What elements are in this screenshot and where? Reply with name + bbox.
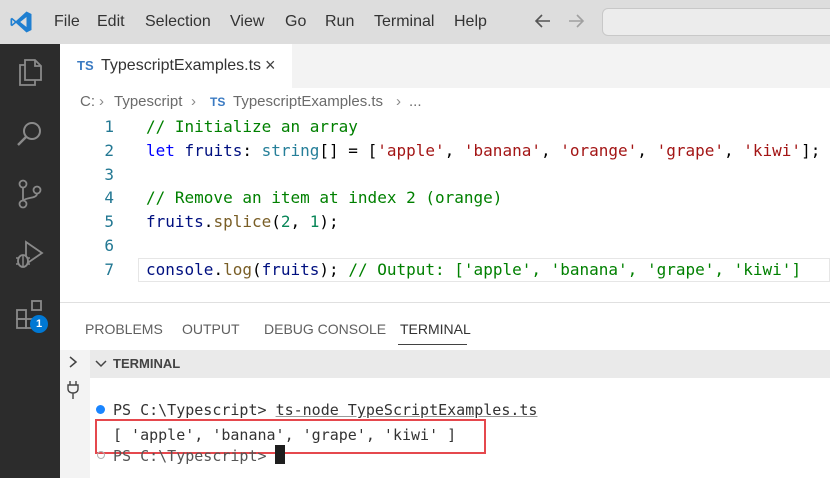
line-number: 4 (104, 188, 114, 207)
breadcrumb-file[interactable]: TypescriptExamples.ts (233, 93, 383, 110)
active-tab-indicator (398, 344, 467, 345)
code-line-1[interactable]: // Initialize an array (146, 117, 358, 136)
terminal-section-label: TERMINAL (113, 356, 181, 371)
line-number: 5 (104, 212, 114, 231)
code-punct: , (290, 212, 310, 231)
code-string: 'grape' (656, 141, 724, 160)
chevron-right-icon[interactable] (66, 354, 80, 375)
code-string: 'orange' (560, 141, 638, 160)
source-control-icon[interactable] (14, 178, 46, 210)
code-variable: fruits (261, 260, 320, 279)
explorer-icon[interactable] (14, 56, 46, 88)
line-number: 3 (104, 165, 114, 184)
forward-arrow-icon[interactable] (567, 10, 585, 38)
terminal-prompt: PS C:\Typescript> (113, 401, 267, 419)
terminal-cursor (275, 445, 285, 464)
line-number: 1 (104, 117, 114, 136)
code-line-2[interactable]: let fruits: string[] = ['apple', 'banana… (146, 141, 820, 160)
menu-file[interactable]: File (54, 13, 80, 31)
menu-go[interactable]: Go (285, 13, 306, 31)
code-variable: fruits (184, 141, 243, 160)
code-comment: // Remove an item at index 2 (orange) (146, 188, 503, 207)
terminal-command: ts-node TypeScriptExamples.ts (275, 401, 538, 419)
terminal-command-line[interactable]: PS C:\Typescript> ts-node TypeScriptExam… (113, 401, 537, 419)
code-function: splice (213, 212, 272, 231)
terminal-prompt: PS C:\Typescript> (113, 447, 267, 465)
breadcrumb-more[interactable]: ... (409, 93, 422, 110)
run-debug-icon[interactable] (14, 238, 46, 270)
typescript-file-icon: TS (77, 58, 94, 73)
breadcrumb-folder[interactable]: Typescript (114, 93, 182, 110)
code-punct: ); (319, 212, 339, 231)
code-comment: // Output: ['apple', 'banana', 'grape', … (348, 260, 802, 279)
code-punct: ( (271, 212, 281, 231)
code-string: 'banana' (463, 141, 541, 160)
code-string: 'kiwi' (743, 141, 802, 160)
command-center-search[interactable] (602, 8, 830, 36)
menu-run[interactable]: Run (325, 13, 354, 31)
panel-divider (60, 302, 830, 303)
command-pending-dot-icon (97, 451, 105, 459)
code-line-4[interactable]: // Remove an item at index 2 (orange) (146, 188, 502, 207)
terminal-section-header[interactable] (90, 350, 830, 378)
code-punct: ); (319, 260, 349, 279)
breadcrumb-drive[interactable]: C: (80, 93, 95, 110)
panel-tab-problems[interactable]: PROBLEMS (85, 321, 163, 337)
code-punct: : (242, 141, 262, 160)
close-icon[interactable]: × (265, 55, 276, 76)
code-line-7[interactable]: console.log(fruits); // Output: ['apple'… (146, 260, 801, 279)
menu-selection[interactable]: Selection (145, 13, 211, 31)
menu-edit[interactable]: Edit (97, 13, 125, 31)
menu-help[interactable]: Help (454, 13, 487, 31)
code-keyword: let (146, 141, 175, 160)
code-number: 1 (309, 212, 320, 231)
menu-terminal[interactable]: Terminal (374, 13, 434, 31)
search-icon[interactable] (14, 118, 46, 150)
code-function: log (223, 260, 252, 279)
terminal-prompt-line[interactable]: PS C:\Typescript> (113, 447, 267, 465)
panel-tab-output[interactable]: OUTPUT (182, 321, 240, 337)
code-line-5[interactable]: fruits.splice(2, 1); (146, 212, 339, 231)
tab-typescript-examples[interactable]: TS TypescriptExamples.ts × (60, 44, 292, 88)
command-success-dot-icon (96, 405, 105, 414)
menu-view[interactable]: View (230, 13, 264, 31)
code-variable: console (146, 260, 214, 279)
code-string: 'apple' (377, 141, 445, 160)
line-number: 6 (104, 236, 114, 255)
code-comment: // Initialize an array (146, 117, 358, 136)
panel-tab-debug-console[interactable]: DEBUG CONSOLE (264, 321, 386, 337)
back-arrow-icon[interactable] (534, 10, 552, 38)
chevron-down-icon[interactable] (94, 357, 108, 376)
vscode-logo-icon (9, 10, 33, 34)
code-punct: ( (251, 260, 262, 279)
code-punct: ]; (801, 141, 821, 160)
code-punct: . (213, 260, 224, 279)
code-type: string (261, 141, 320, 160)
typescript-file-icon: TS (210, 95, 226, 109)
breadcrumb-separator-icon: › (191, 93, 196, 110)
code-punct: . (203, 212, 214, 231)
line-number: 7 (104, 260, 114, 279)
panel-tab-terminal[interactable]: TERMINAL (400, 321, 471, 337)
line-number: 2 (104, 141, 114, 160)
code-number: 2 (280, 212, 291, 231)
code-variable: fruits (146, 212, 204, 231)
plug-icon[interactable] (66, 380, 80, 405)
breadcrumb-separator-icon: › (99, 93, 104, 110)
extensions-badge: 1 (30, 315, 48, 333)
breadcrumb-separator-icon: › (396, 93, 401, 110)
code-punct: [] = [ (319, 141, 378, 160)
tab-label: TypescriptExamples.ts (101, 57, 262, 74)
